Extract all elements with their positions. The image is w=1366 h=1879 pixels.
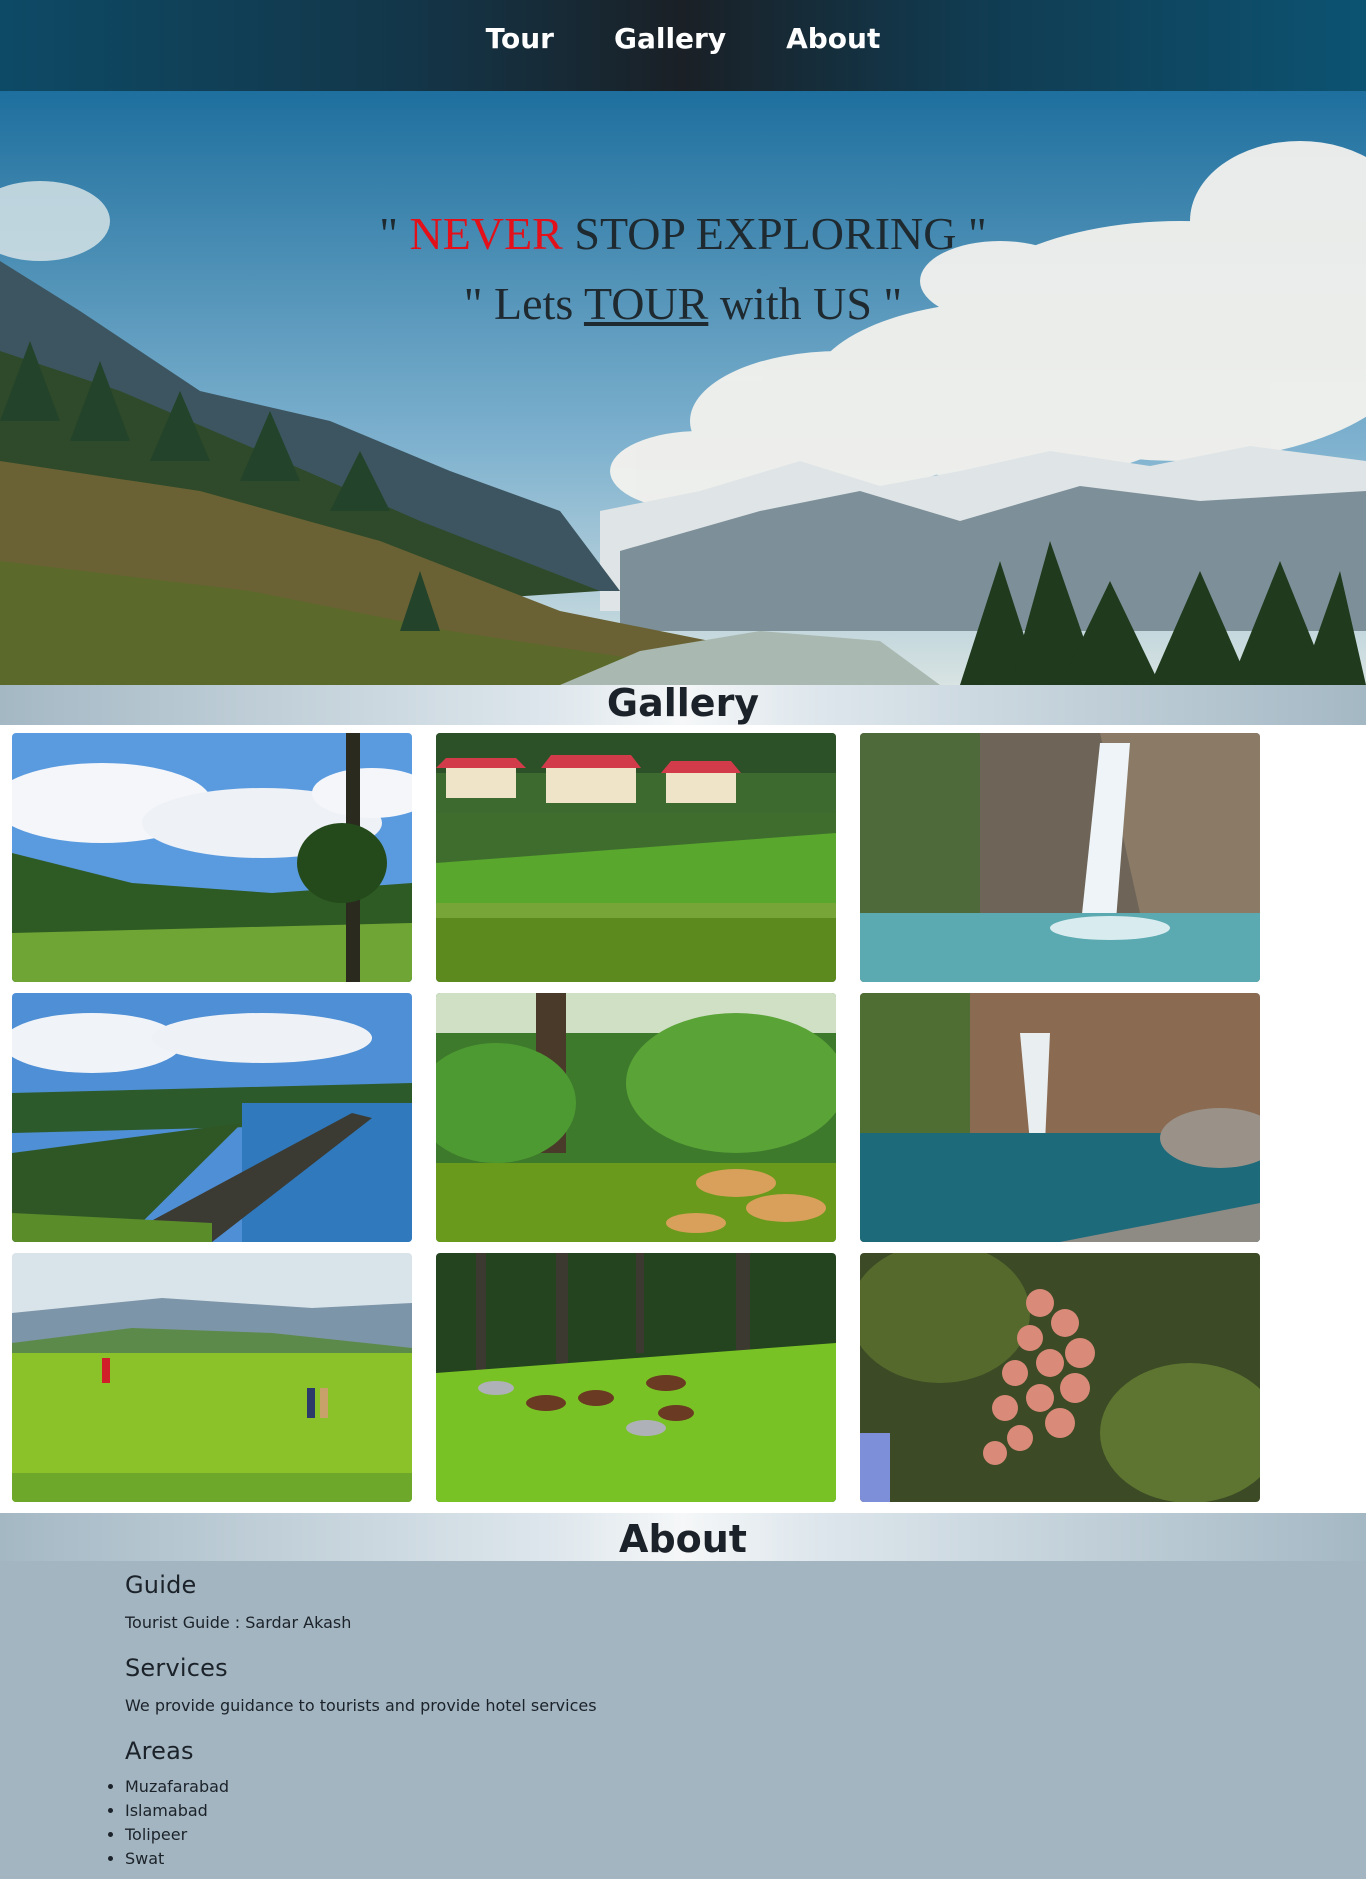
hero-underlined-tour: TOUR	[583, 278, 709, 329]
hero-line-2-rest: with US "	[708, 278, 903, 329]
gallery-photo-forest-stream[interactable]	[436, 993, 836, 1242]
hero-quote-open: "	[379, 208, 410, 259]
guide-text: Tourist Guide : Sardar Akash	[125, 1613, 352, 1632]
about-heading: About	[0, 1513, 1366, 1561]
hero-banner: " NEVER STOP EXPLORING " " Lets TOUR wit…	[0, 91, 1366, 685]
hero-line-1-rest: STOP EXPLORING "	[562, 208, 987, 259]
nav-link-about[interactable]: About	[756, 22, 910, 55]
gallery-photo-grazing-horses[interactable]	[436, 1253, 836, 1502]
gallery-photo-waterfall[interactable]	[860, 733, 1260, 982]
area-item: Tolipeer	[125, 1823, 1366, 1847]
areas-heading: Areas	[125, 1737, 194, 1765]
area-item: Swat	[125, 1847, 1366, 1871]
gallery-photo-meadow-visitors[interactable]	[12, 1253, 412, 1502]
gallery-photo-dam-lake[interactable]	[12, 993, 412, 1242]
top-navbar: Tour Gallery About	[0, 0, 1366, 91]
gallery-photo-pine-hills[interactable]	[12, 733, 412, 982]
hero-line-2-open: " Lets	[463, 278, 584, 329]
hero-line-1: " NEVER STOP EXPLORING "	[0, 199, 1366, 269]
guide-heading: Guide	[125, 1571, 197, 1599]
services-text: We provide guidance to tourists and prov…	[125, 1696, 597, 1715]
area-item: Islamabad	[125, 1799, 1366, 1823]
area-item: Muzafarabad	[125, 1775, 1366, 1799]
gallery-photo-apple-tree[interactable]	[860, 1253, 1260, 1502]
gallery-section	[0, 725, 1366, 1513]
nav-link-tour[interactable]: Tour	[456, 22, 584, 55]
services-heading: Services	[125, 1654, 228, 1682]
gallery-photo-waterfall-pool[interactable]	[860, 993, 1260, 1242]
about-section: Guide Tourist Guide : Sardar Akash Servi…	[0, 1561, 1366, 1871]
gallery-photo-lakeside-huts[interactable]	[436, 733, 836, 982]
hero-line-2: " Lets TOUR with US "	[0, 269, 1366, 339]
hero-tagline: " NEVER STOP EXPLORING " " Lets TOUR wit…	[0, 199, 1366, 339]
hero-highlight-never: NEVER	[409, 208, 563, 259]
gallery-grid	[12, 733, 1260, 1502]
nav-link-gallery[interactable]: Gallery	[584, 22, 756, 55]
mountain-valley-image	[0, 91, 1366, 685]
areas-list: Muzafarabad Islamabad Tolipeer Swat	[105, 1775, 1366, 1871]
